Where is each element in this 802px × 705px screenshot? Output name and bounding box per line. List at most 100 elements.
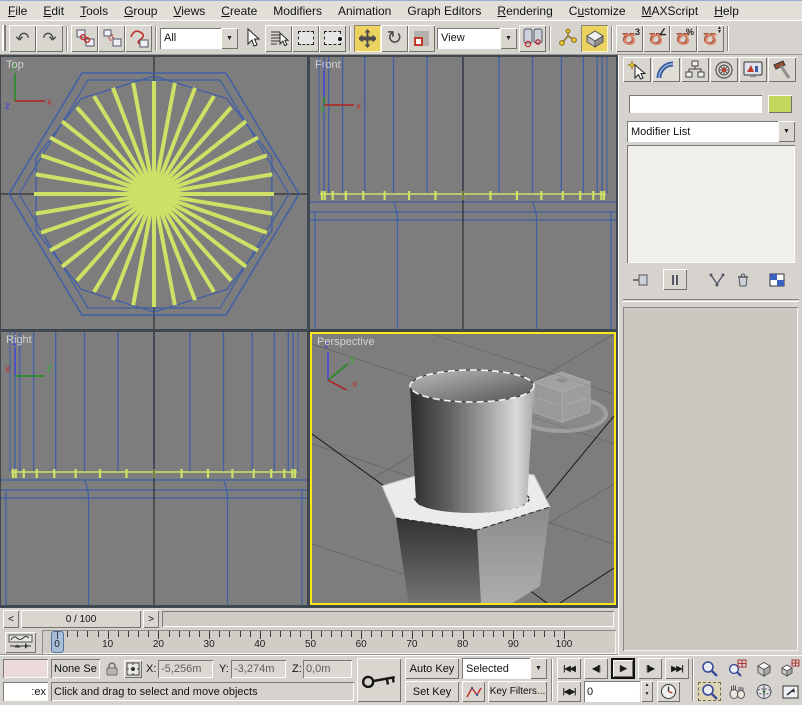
viewport-perspective[interactable]: Perspective z y x	[310, 332, 616, 605]
next-frame-button[interactable]: ||▶	[638, 658, 662, 679]
tab-utilities[interactable]	[768, 57, 796, 82]
select-and-link-button[interactable]	[71, 25, 98, 52]
undo-button[interactable]: ↶	[9, 25, 36, 52]
lock-icon	[104, 661, 120, 677]
cylinder-mesh[interactable]	[410, 370, 534, 513]
key-mode-toggle[interactable]: |◀▶|	[557, 681, 581, 702]
spinner-snap-toggle[interactable]: Ω ▲▼	[697, 25, 724, 52]
reference-coordinate-system-combo[interactable]: View ▼	[437, 28, 517, 49]
maxscript-listener-field[interactable]: :ex	[3, 682, 48, 701]
bind-to-space-warp-button[interactable]	[125, 25, 152, 52]
menu-item-group[interactable]: Group	[116, 2, 165, 20]
absolute-mode-transform-toggle[interactable]	[124, 660, 142, 678]
show-end-result-toggle[interactable]	[663, 269, 687, 290]
selection-filter-combo[interactable]: All ▼	[160, 28, 238, 49]
make-unique-button[interactable]	[705, 269, 729, 290]
chevron-down-icon[interactable]: ▼	[500, 28, 517, 49]
menu-item-create[interactable]: Create	[213, 2, 265, 20]
time-configuration-button[interactable]	[657, 681, 680, 702]
current-frame-field[interactable]: 0	[584, 681, 640, 702]
menu-item-file[interactable]: File	[0, 2, 35, 20]
tab-hierarchy[interactable]	[681, 57, 709, 82]
unlink-selection-button[interactable]	[98, 25, 125, 52]
tab-display[interactable]	[739, 57, 767, 82]
go-to-start-button[interactable]: |◀◀	[557, 658, 581, 679]
rectangular-selection-region-button[interactable]	[292, 25, 319, 52]
configure-modifier-sets-button[interactable]	[765, 269, 789, 290]
selection-set-combo[interactable]: Selected ▼	[462, 658, 547, 679]
default-tangent-button[interactable]	[462, 681, 485, 702]
viewport-right[interactable]: Right z x y	[1, 332, 307, 605]
y-coordinate-field[interactable]: -3,274m	[231, 660, 286, 678]
viewport-front[interactable]: Front z y x	[310, 57, 616, 329]
time-slider-track[interactable]	[162, 611, 614, 627]
key-filters-button[interactable]: Key Filters...	[488, 681, 547, 702]
viewport-top[interactable]: Top y z x	[1, 57, 307, 329]
zoom-region-button[interactable]	[697, 681, 722, 702]
set-keys-button[interactable]	[357, 658, 401, 702]
time-slider-prev-button[interactable]: <	[3, 610, 19, 628]
menu-item-animation[interactable]: Animation	[330, 2, 399, 20]
zoom-extents-button[interactable]	[751, 658, 776, 679]
x-coordinate-field[interactable]: -5,256m	[158, 660, 213, 678]
angle-snap-toggle[interactable]: Ω∠	[643, 25, 670, 52]
select-and-manipulate-button[interactable]	[554, 25, 581, 52]
pan-view-button[interactable]	[724, 681, 749, 702]
chevron-down-icon[interactable]: ▼	[778, 121, 795, 142]
time-slider-next-button[interactable]: >	[143, 610, 159, 628]
time-slider-handle[interactable]: 0 / 100	[21, 610, 141, 628]
menu-item-modifiers[interactable]: Modifiers	[265, 2, 330, 20]
toolbar-grip[interactable]	[2, 25, 6, 51]
zoom-extents-all-button[interactable]	[778, 658, 802, 679]
chevron-down-icon[interactable]: ▼	[221, 28, 238, 49]
redo-button[interactable]: ↷	[36, 25, 63, 52]
select-and-move-button[interactable]	[354, 25, 381, 52]
play-button[interactable]: ▶	[611, 658, 635, 679]
remove-modifier-button[interactable]	[731, 269, 755, 290]
go-to-end-button[interactable]: ▶▶|	[665, 658, 689, 679]
menu-item-help[interactable]: Help	[706, 2, 747, 20]
viewport-label-front[interactable]: Front	[315, 59, 341, 71]
object-name-field[interactable]	[629, 95, 762, 113]
menu-item-customize[interactable]: Customize	[561, 2, 634, 20]
tab-modify[interactable]	[652, 57, 680, 82]
menu-item-maxscript[interactable]: MAXScript	[634, 2, 707, 20]
viewport-label-right[interactable]: Right	[6, 334, 32, 346]
menu-item-tools[interactable]: Tools	[72, 2, 116, 20]
percent-snap-toggle[interactable]: Ω%	[670, 25, 697, 52]
menu-item-edit[interactable]: Edit	[35, 2, 72, 20]
select-and-scale-button[interactable]	[408, 25, 435, 52]
window-crossing-toggle[interactable]	[319, 25, 346, 52]
open-mini-curve-editor-button[interactable]	[5, 632, 36, 653]
maximize-viewport-toggle[interactable]	[778, 681, 802, 702]
select-object-button[interactable]	[238, 25, 265, 52]
selection-lock-toggle[interactable]	[103, 660, 121, 678]
frame-spinner[interactable]: ▲▼	[641, 681, 653, 702]
arc-rotate-button[interactable]	[751, 681, 776, 702]
auto-key-button[interactable]: Auto Key	[405, 658, 459, 679]
select-by-name-button[interactable]	[265, 25, 292, 52]
chevron-down-icon[interactable]: ▼	[530, 658, 547, 679]
snaps-toggle-button[interactable]: Ω3	[616, 25, 643, 52]
set-key-button[interactable]: Set Key	[405, 681, 459, 702]
pin-stack-button[interactable]	[629, 269, 653, 290]
menu-item-views[interactable]: Views	[165, 2, 213, 20]
tab-motion[interactable]	[710, 57, 738, 82]
zoom-all-button[interactable]	[724, 658, 749, 679]
viewport-label-top[interactable]: Top	[6, 59, 24, 71]
keyboard-shortcut-override-toggle[interactable]	[581, 25, 608, 52]
modifier-list-dropdown[interactable]: Modifier List ▼	[627, 121, 795, 142]
modifier-stack-list[interactable]	[627, 145, 795, 263]
use-pivot-point-center-button[interactable]	[519, 25, 546, 52]
macro-recorder-field[interactable]	[3, 659, 48, 678]
object-color-swatch[interactable]	[768, 95, 792, 113]
track-bar-ruler[interactable]: 0102030405060708090100	[42, 630, 616, 654]
select-and-rotate-button[interactable]: ↻	[381, 25, 408, 52]
menu-item-graph-editors[interactable]: Graph Editors	[399, 2, 489, 20]
viewport-label-perspective[interactable]: Perspective	[317, 336, 374, 348]
z-coordinate-field[interactable]: 0,0m	[303, 660, 352, 678]
zoom-button[interactable]	[697, 658, 722, 679]
previous-frame-button[interactable]: ◀||	[584, 658, 608, 679]
menu-item-rendering[interactable]: Rendering	[489, 2, 560, 20]
tab-create[interactable]	[623, 57, 651, 82]
